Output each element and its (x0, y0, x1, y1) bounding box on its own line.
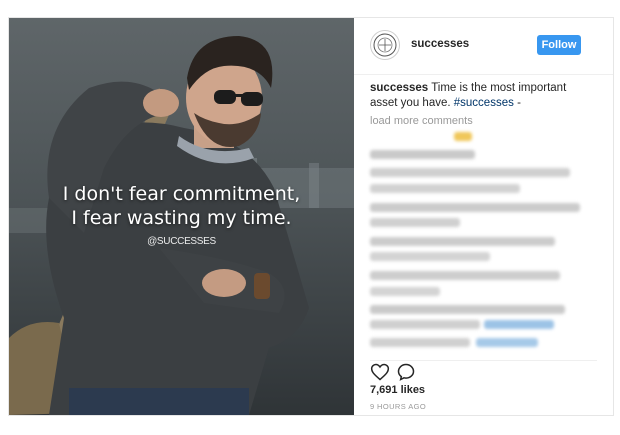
load-more-comments-link[interactable]: load more comments (370, 115, 473, 127)
successes-logo-icon (373, 33, 397, 57)
post-header: successes Follow (354, 18, 613, 75)
caption-username[interactable]: successes (370, 82, 428, 94)
comment-row (370, 150, 475, 159)
post-caption: successes Time is the most important ass… (370, 81, 588, 111)
quote-line-2: I fear wasting my time. (71, 207, 292, 229)
post-actions (370, 362, 430, 384)
caption-hashtag[interactable]: #successes (454, 97, 514, 109)
comment-row (370, 252, 490, 261)
comment-row (370, 203, 580, 212)
comment-row (370, 338, 470, 347)
caption-suffix: - (517, 97, 521, 109)
post-image[interactable]: I don't fear commitment, I fear wasting … (9, 18, 354, 415)
comment-row (370, 271, 560, 280)
image-watermark: @SUCCESSES (147, 236, 216, 247)
comment-row (370, 218, 460, 227)
comment-row (370, 287, 440, 296)
comment-row (476, 338, 538, 347)
follow-button[interactable]: Follow (537, 35, 581, 55)
comment-row (370, 320, 480, 329)
post-timestamp[interactable]: 9 HOURS AGO (370, 402, 426, 411)
comment-row (484, 320, 554, 329)
actions-divider (370, 360, 597, 361)
heart-icon[interactable] (370, 362, 390, 382)
comment-row (370, 168, 570, 177)
comment-row (454, 132, 472, 141)
instagram-post: I don't fear commitment, I fear wasting … (8, 17, 614, 416)
likes-count[interactable]: 7,691 likes (370, 384, 425, 396)
comment-row (370, 184, 520, 193)
comment-icon[interactable] (396, 362, 416, 382)
quote-line-1: I don't fear commitment, (62, 183, 301, 205)
post-sidebar: successes Follow successes Time is the m… (354, 18, 613, 415)
comment-row (370, 305, 565, 314)
header-username[interactable]: successes (411, 38, 469, 50)
image-quote: I don't fear commitment, I fear wasting … (9, 182, 354, 230)
avatar[interactable] (370, 30, 400, 60)
comment-row (370, 237, 555, 246)
